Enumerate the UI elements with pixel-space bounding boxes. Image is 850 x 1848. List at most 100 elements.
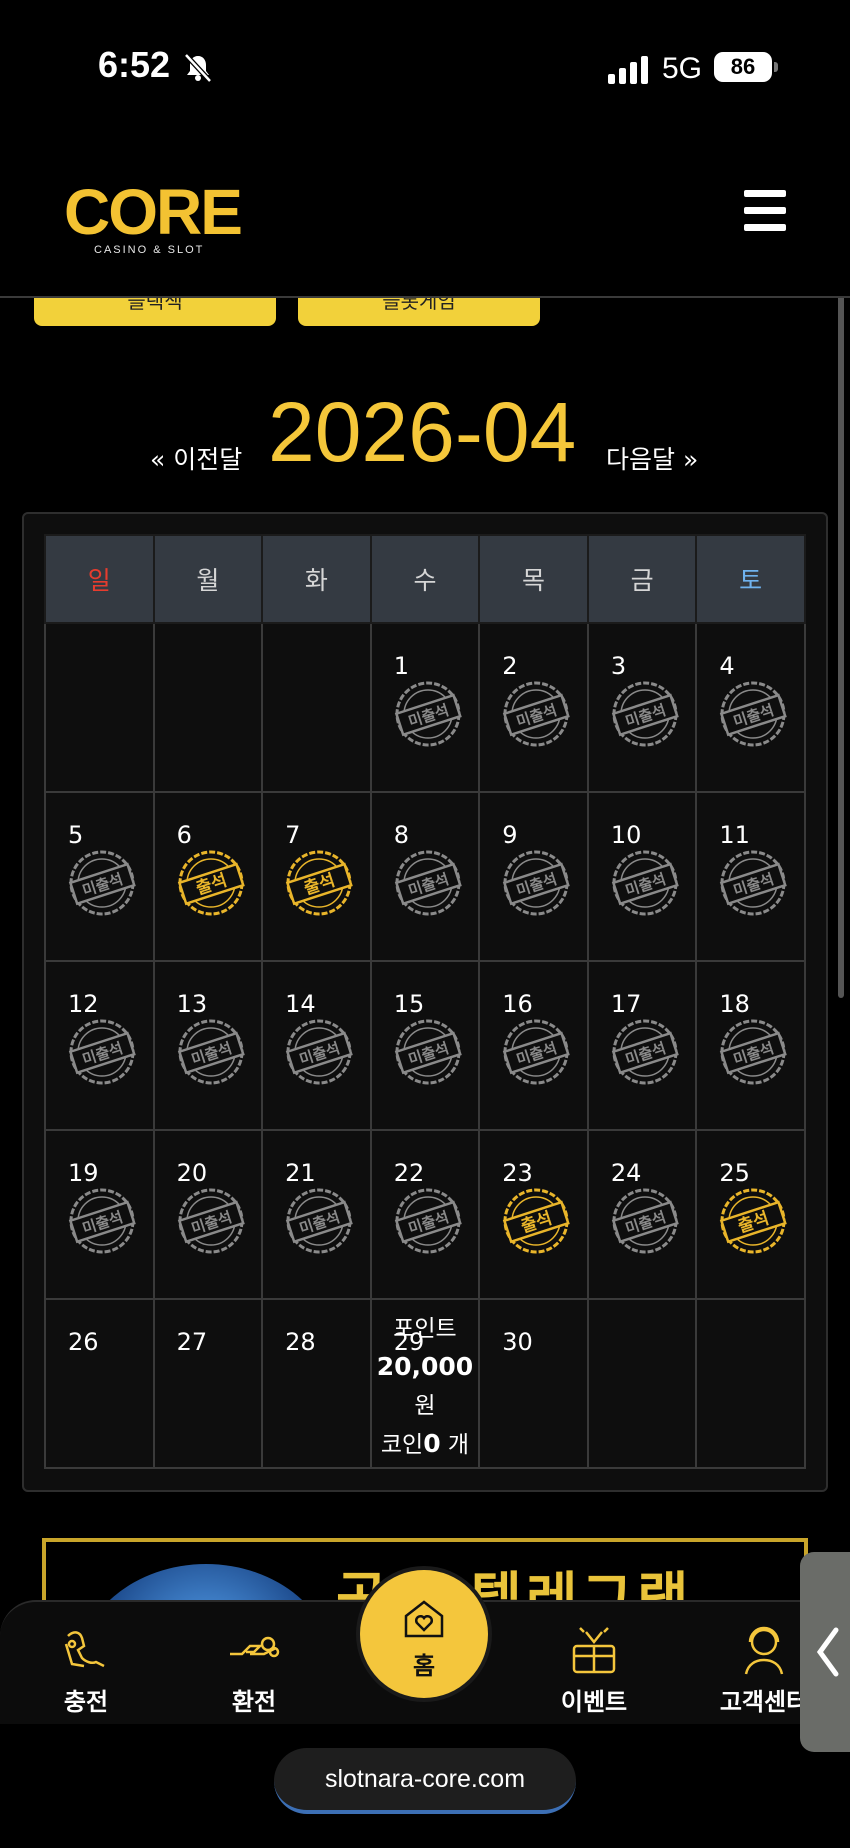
home-heart-icon [404,1600,444,1638]
prev-month-link[interactable]: « 이전달 [150,440,242,476]
nav-charge[interactable]: 충전 [16,1622,156,1717]
hamburger-menu-icon[interactable] [740,190,790,232]
home-label: 홈 [412,1652,436,1680]
weekday-fri: 금 [586,534,698,624]
nav-event-label: 이벤트 [560,1688,628,1716]
absent-stamp: 미출석 [720,850,788,916]
day-number: 28 [285,1328,316,1356]
calendar-day-cell[interactable]: 10 미출석 [586,791,698,962]
gift-icon [572,1627,616,1674]
absent-stamp: 미출석 [503,850,571,916]
next-month-link[interactable]: 다음달 » [606,440,698,476]
present-stamp: 출석 [503,1188,571,1254]
charge-icon [64,1631,105,1668]
calendar-day-cell[interactable]: 3 미출석 [586,622,698,793]
side-panel-tab[interactable] [800,1552,850,1752]
calendar-day-cell[interactable]: 27 [152,1298,264,1469]
calendar-day-cell[interactable]: 26 [44,1298,155,1469]
calendar-day-cell[interactable]: 6 출석 [152,791,264,962]
core-logo[interactable]: CORE CASINO & SLOT [64,180,254,260]
absent-stamp: 미출석 [611,850,679,916]
day-number: 30 [502,1328,533,1356]
absent-stamp: 미출석 [503,681,571,747]
calendar-day-cell[interactable]: 23 출석 [478,1129,589,1300]
present-stamp: 출석 [177,850,245,916]
absent-stamp: 미출석 [394,681,462,747]
calendar-day-cell[interactable]: 11 미출석 [695,791,806,962]
nav-exchange-label: 환전 [231,1688,277,1716]
network-type: 5G [662,52,703,85]
calendar-day-cell[interactable]: 1 미출석 [369,622,481,793]
attendance-calendar: 일 월 화 수 목 금 토 1 미출석 2 미출석 3 미출석 4 미출석 5 미출석 6 출석 7 출석… [44,534,806,1469]
calendar-day-cell[interactable]: 19 미출석 [44,1129,155,1300]
day-number: 27 [176,1328,208,1356]
status-bar: 6:52 5G 86 [0,0,850,130]
calendar-day-cell[interactable]: 29 포인트 20,000 원 코인0 개 [369,1298,481,1469]
stamp-label: 출석 [736,1209,772,1238]
calendar-week-row: 5 미출석 6 출석 7 출석 8 미출석 9 미출석 10 미출석 11 미출석 [44,791,806,962]
weekday-sat: 토 [695,534,806,624]
calendar-day-cell[interactable]: 5 미출석 [44,791,155,962]
calendar-day-cell[interactable]: 28 [261,1298,372,1469]
calendar-day-cell[interactable]: 13 미출석 [152,960,264,1131]
point-label: 포인트 [393,1316,457,1342]
absent-stamp: 미출석 [611,1019,679,1085]
present-stamp: 출석 [720,1188,788,1254]
calendar-day-cell[interactable]: 22 미출석 [369,1129,481,1300]
month-title: 2026-04 [268,385,577,479]
calendar-week-row: 12 미출석 13 미출석 14 미출석 15 미출석 16 미출석 17 미출석 18 미출석 [44,960,806,1131]
signal-icon [608,56,648,84]
calendar-empty-cell [152,622,264,793]
browser-url-area: slotnara-core.com [0,1724,850,1848]
home-button-circle[interactable]: 홈 [360,1570,488,1698]
calendar-week-row: 19 미출석 20 미출석 21 미출석 22 미출석 23 출석 24 미출석 25 출석 [44,1129,806,1300]
nav-exchange[interactable]: 환전 [184,1622,324,1717]
absent-stamp: 미출석 [177,1188,245,1254]
calendar-day-cell[interactable]: 2 미출석 [478,622,589,793]
stamp-label: 출석 [519,1209,555,1238]
calendar-day-cell[interactable]: 12 미출석 [44,960,155,1131]
absent-stamp: 미출석 [394,1019,462,1085]
calendar-day-cell[interactable]: 25 출석 [695,1129,806,1300]
present-stamp: 출석 [285,850,353,916]
absent-stamp: 미출석 [611,681,679,747]
calendar-empty-cell [586,1298,698,1469]
calendar-day-cell[interactable]: 17 미출석 [586,960,698,1131]
stamp-label: 출석 [302,871,338,900]
coin-value: 0 [423,1429,441,1458]
point-unit: 원 [414,1393,436,1419]
chevron-left-icon [816,1627,839,1677]
absent-stamp: 미출석 [68,850,136,916]
calendar-day-cell[interactable]: 7 출석 [261,791,372,962]
url-bar[interactable]: slotnara-core.com [274,1748,576,1814]
calendar-day-cell[interactable]: 9 미출석 [478,791,589,962]
calendar-week-row: 1 미출석 2 미출석 3 미출석 4 미출석 [44,622,806,793]
calendar-day-cell[interactable]: 15 미출석 [369,960,481,1131]
absent-stamp: 미출석 [68,1019,136,1085]
absent-stamp: 미출석 [285,1188,353,1254]
home-button[interactable]: 홈 [356,1566,492,1702]
nav-charge-label: 충전 [63,1688,109,1716]
calendar-day-cell[interactable]: 16 미출석 [478,960,589,1131]
calendar-day-cell[interactable]: 4 미출석 [695,622,806,793]
attendance-reward-summary: 포인트 20,000 원 코인0 개 [372,1310,479,1464]
calendar-day-cell[interactable]: 24 미출석 [586,1129,698,1300]
calendar-day-cell[interactable]: 18 미출석 [695,960,806,1131]
calendar-day-cell[interactable]: 21 미출석 [261,1129,372,1300]
page-scrollbar[interactable] [838,248,844,998]
site-header: CORE CASINO & SLOT [0,130,850,298]
calendar-day-cell[interactable]: 30 [478,1298,589,1469]
calendar-week-row: 26 27 28 29 포인트 20,000 원 코인0 개 30 [44,1298,806,1469]
nav-event[interactable]: 이벤트 [524,1622,664,1717]
absent-stamp: 미출석 [611,1188,679,1254]
calendar-day-cell[interactable]: 8 미출석 [369,791,481,962]
weekday-thu: 목 [478,534,589,624]
calendar-empty-cell [44,622,155,793]
headset-icon [744,1626,784,1675]
calendar-day-cell[interactable]: 14 미출석 [261,960,372,1131]
absent-stamp: 미출석 [394,850,462,916]
coin-unit: 개 [447,1432,470,1458]
calendar-day-cell[interactable]: 20 미출석 [152,1129,264,1300]
calendar-empty-cell [695,1298,806,1469]
weekday-mon: 월 [152,534,264,624]
